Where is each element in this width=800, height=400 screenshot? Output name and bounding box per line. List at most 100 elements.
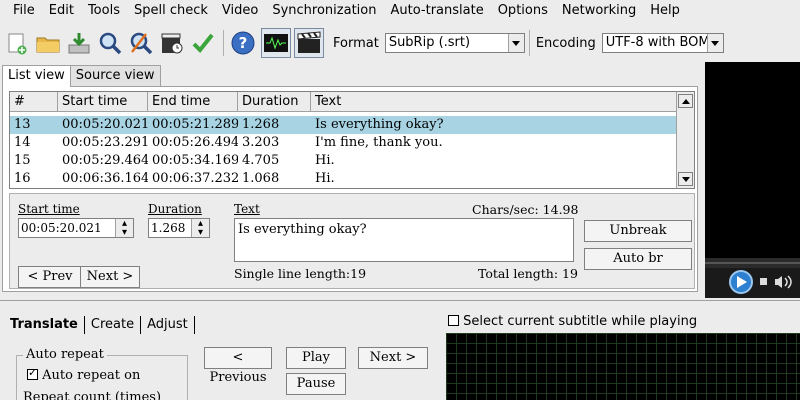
subtitle-text-value: Is everything okay? (238, 222, 367, 237)
auto-repeat-checkbox[interactable] (27, 366, 38, 380)
menu-help[interactable]: Help (643, 0, 687, 22)
menu-bar: File Edit Tools Spell check Video Synchr… (0, 0, 800, 22)
spell-check-icon[interactable] (188, 28, 218, 58)
video-controls-graphic (705, 258, 800, 294)
select-current-checkbox[interactable] (448, 315, 459, 326)
list-view-panel: # Start time End time Duration Text 13 0… (2, 86, 698, 292)
column-header-number[interactable]: # (10, 92, 58, 112)
cell-number: 13 (14, 117, 31, 132)
column-header-end-time[interactable]: End time (148, 92, 238, 112)
subtitle-editor: Start time 00:05:20.021 ▴ ▾ Duration 1.26… (9, 193, 695, 289)
tab-adjust[interactable]: Adjust (141, 316, 195, 334)
cell-text: Hi. (315, 153, 335, 168)
spinner-icon[interactable]: ▴ ▾ (191, 219, 209, 238)
tab-source-view[interactable]: Source view (69, 65, 161, 87)
menu-synchronization[interactable]: Synchronization (265, 0, 383, 22)
select-current-checkbox-row[interactable]: Select current subtitle while playing (448, 314, 697, 329)
subtitle-grid[interactable]: # Start time End time Duration Text 13 0… (9, 91, 695, 189)
cell-number: 16 (14, 171, 31, 186)
scroll-down-icon[interactable] (678, 172, 693, 186)
cell-end-time: 00:06:37.232 (152, 171, 238, 186)
column-header-start-time[interactable]: Start time (58, 92, 148, 112)
prev-button[interactable]: < Prev (18, 266, 82, 288)
previous-button[interactable]: < Previous (204, 347, 272, 385)
save-download-icon[interactable] (64, 28, 94, 58)
auto-repeat-row[interactable]: Auto repeat on (27, 366, 140, 383)
menu-file[interactable]: File (6, 0, 42, 22)
menu-tools[interactable]: Tools (81, 0, 127, 22)
find-icon[interactable] (95, 28, 125, 58)
tab-list-view[interactable]: List view (2, 65, 71, 87)
duration-input[interactable]: 1.268 ▴ ▾ (148, 218, 210, 238)
next-subtitle-button[interactable]: Next > (358, 347, 428, 369)
cell-text: I'm fine, thank you. (315, 135, 443, 150)
duration-label: Duration (148, 202, 202, 216)
cell-start-time: 00:05:29.464 (62, 153, 148, 168)
format-select[interactable]: SubRip (.srt) (384, 33, 525, 53)
scroll-up-icon[interactable] (678, 94, 693, 108)
auto-repeat-legend: Auto repeat (23, 347, 107, 362)
grid-rows: 13 00:05:20.021 00:05:21.289 1.268 Is ev… (10, 116, 678, 188)
cell-duration: 1.068 (242, 171, 280, 186)
auto-repeat-group: Auto repeat Auto repeat on Repeat count … (16, 347, 188, 400)
audio-waveform[interactable] (446, 333, 800, 400)
menu-networking[interactable]: Networking (555, 0, 643, 22)
column-header-duration[interactable]: Duration (238, 92, 311, 112)
open-folder-icon[interactable] (33, 28, 63, 58)
select-current-label: Select current subtitle while playing (463, 314, 698, 329)
table-row[interactable]: 15 00:05:29.464 00:05:34.169 4.705 Hi. (10, 152, 678, 170)
play-button[interactable]: Play (286, 347, 346, 369)
toolbar-separator (528, 30, 530, 56)
chevron-down-icon[interactable] (507, 34, 524, 52)
next-button[interactable]: Next > (80, 266, 140, 288)
toolbar: ? Format SubRip (.srt) Encoding UTF-8 wi… (0, 24, 800, 62)
toolbar-separator (223, 30, 224, 56)
cell-text: Is everything okay? (315, 117, 444, 132)
cell-end-time: 00:05:34.169 (152, 153, 238, 168)
total-length: Total length: 19 (478, 266, 578, 281)
visual-sync-icon[interactable] (157, 28, 187, 58)
repeat-count-label: Repeat count (times) (23, 390, 162, 400)
menu-video[interactable]: Video (215, 0, 265, 22)
table-row[interactable]: 16 00:06:36.164 00:06:37.232 1.068 Hi. (10, 170, 678, 188)
menu-options[interactable]: Options (491, 0, 555, 22)
tab-create[interactable]: Create (85, 316, 142, 334)
new-file-icon[interactable] (2, 28, 32, 58)
video-controls (705, 258, 800, 298)
cell-duration: 4.705 (242, 153, 280, 168)
table-row[interactable]: 13 00:05:20.021 00:05:21.289 1.268 Is ev… (10, 116, 678, 134)
encoding-label: Encoding (535, 35, 596, 51)
tab-translate[interactable]: Translate (4, 316, 85, 334)
pause-button[interactable]: Pause (286, 373, 346, 395)
cell-duration: 1.268 (242, 117, 280, 132)
tool-tabs: Translate Create Adjust (4, 316, 195, 334)
menu-spell-check[interactable]: Spell check (127, 0, 215, 22)
menu-edit[interactable]: Edit (42, 0, 81, 22)
cell-start-time: 00:05:23.291 (62, 135, 148, 150)
format-select-value: SubRip (.srt) (388, 35, 471, 50)
replace-icon[interactable] (126, 28, 156, 58)
auto-br-button[interactable]: Auto br (584, 248, 692, 270)
cell-number: 14 (14, 135, 31, 150)
grid-scrollbar[interactable] (676, 92, 694, 188)
video-player[interactable] (705, 62, 800, 298)
help-icon[interactable]: ? (228, 28, 258, 58)
menu-auto-translate[interactable]: Auto-translate (383, 0, 490, 22)
waveform-toggle-icon[interactable] (261, 28, 291, 58)
start-time-label: Start time (18, 202, 80, 216)
column-header-text[interactable]: Text (311, 92, 678, 112)
text-label: Text (234, 202, 260, 216)
table-row[interactable]: 14 00:05:23.291 00:05:26.494 3.203 I'm f… (10, 134, 678, 152)
start-time-input[interactable]: 00:05:20.021 ▴ ▾ (18, 218, 134, 238)
spinner-icon[interactable]: ▴ ▾ (115, 219, 133, 238)
chars-per-second: Chars/sec: 14.98 (472, 202, 579, 217)
cell-start-time: 00:06:36.164 (62, 171, 148, 186)
unbreak-button[interactable]: Unbreak (584, 220, 692, 242)
cell-number: 15 (14, 153, 31, 168)
video-toggle-icon[interactable] (294, 28, 324, 58)
duration-value: 1.268 (151, 221, 186, 235)
svg-text:?: ? (239, 34, 248, 52)
encoding-select[interactable]: UTF-8 with BOM (601, 33, 724, 53)
subtitle-text-input[interactable]: Is everything okay? (234, 218, 574, 262)
chevron-down-icon[interactable] (706, 34, 723, 52)
